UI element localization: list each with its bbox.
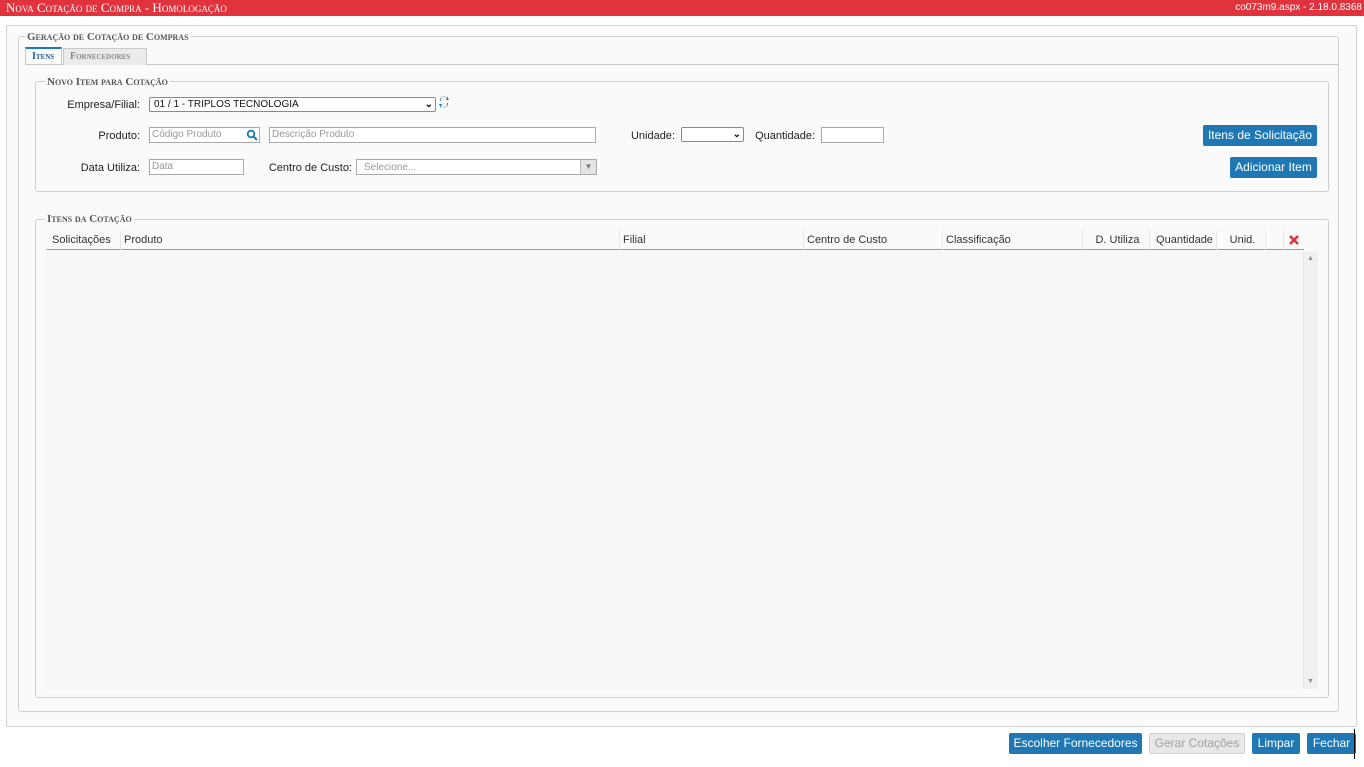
quantidade-label: Quantidade: [755,130,815,142]
grid-scrollbar[interactable]: ▲ ▼ [1303,251,1318,689]
unidade-select[interactable]: ⌄ [681,127,744,142]
grid-body [46,251,1303,689]
empresa-label: Empresa/Filial: [67,99,140,111]
fechar-button[interactable]: Fechar [1307,733,1356,754]
data-utiliza-input[interactable]: Data [149,159,244,175]
col-solicitacoes[interactable]: Solicitações [46,230,121,250]
window-title: Nova Cotação de Compra - Homologação [6,0,227,15]
adicionar-item-button[interactable]: Adicionar Item [1230,157,1317,178]
codigo-produto-input[interactable]: Código Produto [149,127,260,143]
itens-solicitacao-button[interactable]: Itens de Solicitação [1203,125,1317,146]
col-filial[interactable]: Filial [620,230,804,250]
title-bar: Nova Cotação de Compra - Homologação co0… [0,0,1364,16]
chevron-down-icon: ⌄ [424,99,433,110]
centro-custo-label: Centro de Custo: [268,162,352,174]
tab-underline [25,64,1339,65]
produto-label: Produto: [98,130,140,142]
refresh-icon[interactable] [437,94,451,110]
delete-all-icon[interactable] [1288,234,1300,246]
text-cursor [1354,729,1355,759]
empresa-select-value: 01 / 1 - TRIPLOS TECNOLOGIA [154,99,299,110]
chevron-down-icon: ▼ [580,160,596,174]
col-centro-custo[interactable]: Centro de Custo [804,230,943,250]
escolher-fornecedores-button[interactable]: Escolher Fornecedores [1009,733,1142,754]
col-quantidade[interactable]: Quantidade [1150,230,1217,250]
tab-fornecedores[interactable]: Fornecedores [63,48,147,65]
scroll-up-icon[interactable]: ▲ [1307,255,1314,262]
tab-itens[interactable]: Itens [25,47,62,64]
col-d-utiliza[interactable]: D. Utiliza [1083,230,1150,250]
items-legend: Itens da Cotação [45,213,134,225]
quantidade-input[interactable] [821,127,884,143]
centro-custo-placeholder: Selecione... [364,162,417,173]
data-utiliza-label: Data Utiliza: [80,162,140,174]
version-label: co073m9.aspx - 2.18.0.8368 [1235,2,1362,13]
generation-section-legend: Geração de Cotação de Compras [25,31,191,43]
unidade-label: Unidade: [630,130,675,142]
grid-header: Solicitações Produto Filial Centro de Cu… [46,230,1304,250]
empresa-select[interactable]: 01 / 1 - TRIPLOS TECNOLOGIA ⌄ [149,97,436,112]
descricao-produto-input[interactable]: Descrição Produto [269,127,596,143]
limpar-button[interactable]: Limpar [1252,733,1300,754]
search-icon[interactable] [246,129,258,141]
col-unid[interactable]: Unid. [1217,230,1266,250]
new-item-legend: Novo Item para Cotação [45,76,170,88]
gerar-cotacoes-button[interactable]: Gerar Cotações [1149,733,1245,754]
col-spacer [1266,230,1284,250]
col-produto[interactable]: Produto [121,230,620,250]
col-classificacao[interactable]: Classificação [943,230,1083,250]
scroll-down-icon[interactable]: ▼ [1307,678,1314,685]
centro-custo-select[interactable]: Selecione... ▼ [356,159,597,175]
